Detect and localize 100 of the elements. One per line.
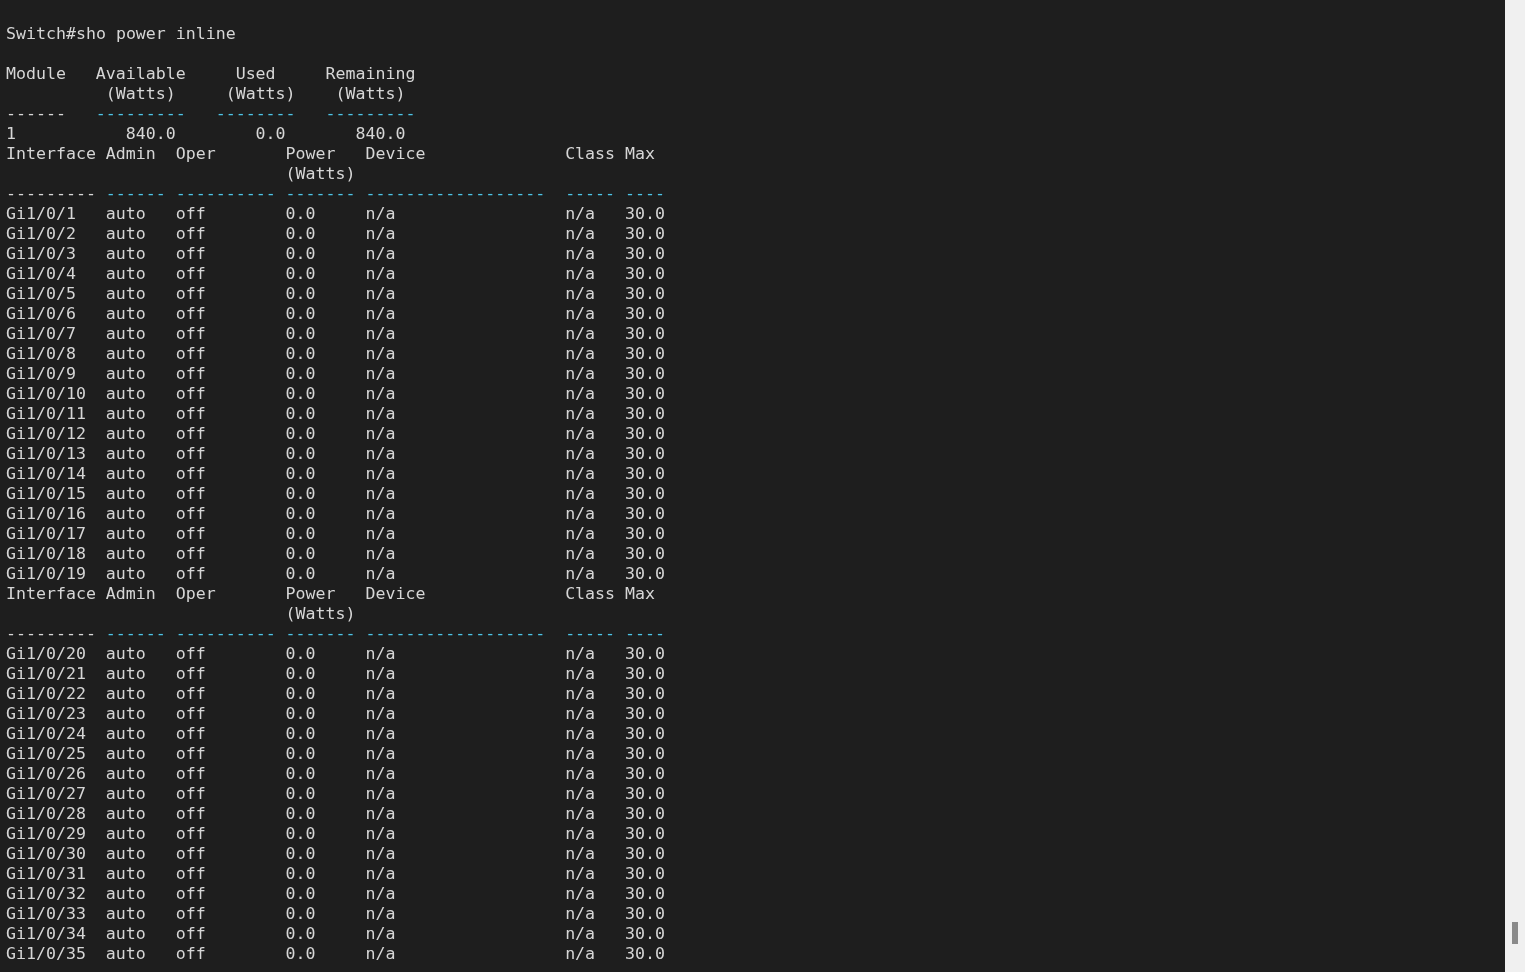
table-cell: 30.0 [625, 464, 665, 484]
column-header: Module [6, 64, 66, 84]
table-cell: 0.0 [285, 244, 316, 264]
table-cell: Gi1/0/12 [6, 424, 86, 444]
column-header: Interface [6, 144, 96, 164]
table-cell: Gi1/0/9 [6, 364, 76, 384]
table-cell: 30.0 [625, 884, 665, 904]
table-cell: 0.0 [285, 284, 316, 304]
table-cell: n/a [565, 744, 596, 764]
table-cell: 0.0 [285, 804, 316, 824]
scrollbar-thumb[interactable] [1512, 922, 1518, 944]
table-cell: Gi1/0/34 [6, 924, 86, 944]
table-cell: auto [105, 224, 146, 244]
table-cell: Gi1/0/32 [6, 884, 86, 904]
table-cell: 840.0 [355, 124, 406, 144]
table-cell: 0.0 [285, 704, 316, 724]
table-cell: n/a [565, 664, 596, 684]
table-cell: n/a [365, 884, 396, 904]
column-header: Power [285, 144, 336, 164]
separator-dashes: ---------- [175, 184, 276, 204]
table-cell: auto [105, 704, 146, 724]
table-cell: auto [105, 284, 146, 304]
table-cell: auto [105, 524, 146, 544]
table-cell: 0.0 [285, 824, 316, 844]
table-cell: n/a [365, 304, 396, 324]
table-cell: n/a [565, 304, 596, 324]
table-cell: n/a [365, 864, 396, 884]
table-cell: n/a [365, 424, 396, 444]
separator-dashes: ----- [565, 184, 616, 204]
table-cell: n/a [365, 724, 396, 744]
table-cell: off [175, 404, 206, 424]
table-cell: 0.0 [285, 304, 316, 324]
table-cell: 0.0 [285, 864, 316, 884]
table-cell: n/a [365, 824, 396, 844]
table-cell: n/a [365, 244, 396, 264]
table-cell: 0.0 [285, 924, 316, 944]
table-cell: auto [105, 844, 146, 864]
table-cell: n/a [565, 284, 596, 304]
table-cell: 30.0 [625, 724, 665, 744]
table-cell: 0.0 [285, 444, 316, 464]
table-cell: 30.0 [625, 944, 665, 964]
table-cell: 30.0 [625, 644, 665, 664]
table-cell: n/a [565, 824, 596, 844]
separator-dashes: ------- [285, 624, 356, 644]
table-cell: 0.0 [285, 904, 316, 924]
table-cell: n/a [565, 644, 596, 664]
table-cell: n/a [365, 484, 396, 504]
table-cell: 0.0 [285, 324, 316, 344]
table-cell: off [175, 664, 206, 684]
table-cell: 30.0 [625, 364, 665, 384]
column-header-unit: (Watts) [285, 604, 356, 624]
table-cell: Gi1/0/6 [6, 304, 76, 324]
column-header: Class [565, 584, 616, 604]
table-cell: n/a [565, 364, 596, 384]
table-cell: n/a [565, 244, 596, 264]
table-cell: 30.0 [625, 504, 665, 524]
table-cell: 0.0 [285, 464, 316, 484]
table-cell: Gi1/0/25 [6, 744, 86, 764]
table-cell: auto [105, 564, 146, 584]
scrollbar[interactable] [1505, 0, 1525, 972]
table-cell: off [175, 504, 206, 524]
column-header-unit: (Watts) [105, 84, 176, 104]
table-cell: n/a [365, 284, 396, 304]
column-header: Used [235, 64, 276, 84]
column-header: Interface [6, 584, 96, 604]
separator-dashes: --------- [325, 104, 416, 124]
table-cell: auto [105, 464, 146, 484]
table-cell: 0.0 [285, 204, 316, 224]
table-cell: n/a [565, 924, 596, 944]
table-cell: off [175, 884, 206, 904]
table-cell: 0.0 [285, 364, 316, 384]
table-cell: n/a [565, 704, 596, 724]
table-cell: auto [105, 404, 146, 424]
table-cell: n/a [365, 904, 396, 924]
table-cell: off [175, 844, 206, 864]
table-cell: off [175, 464, 206, 484]
table-cell: auto [105, 744, 146, 764]
table-cell: 30.0 [625, 784, 665, 804]
separator-dashes: ------------------ [365, 184, 546, 204]
table-cell: n/a [365, 324, 396, 344]
table-cell: Gi1/0/28 [6, 804, 86, 824]
table-cell: off [175, 724, 206, 744]
separator-dashes: ------ [105, 184, 166, 204]
table-cell: Gi1/0/22 [6, 684, 86, 704]
table-cell: Gi1/0/13 [6, 444, 86, 464]
column-header: Oper [175, 584, 216, 604]
table-cell: Gi1/0/20 [6, 644, 86, 664]
column-header-unit: (Watts) [225, 84, 296, 104]
table-cell: n/a [565, 384, 596, 404]
table-cell: 0.0 [285, 684, 316, 704]
table-cell: 0.0 [285, 424, 316, 444]
separator-dashes: ---- [625, 624, 665, 644]
table-cell: n/a [365, 464, 396, 484]
table-cell: 0.0 [285, 504, 316, 524]
table-cell: auto [105, 384, 146, 404]
table-cell: n/a [565, 784, 596, 804]
table-cell: 30.0 [625, 524, 665, 544]
table-cell: n/a [565, 864, 596, 884]
table-cell: off [175, 224, 206, 244]
table-cell: Gi1/0/27 [6, 784, 86, 804]
